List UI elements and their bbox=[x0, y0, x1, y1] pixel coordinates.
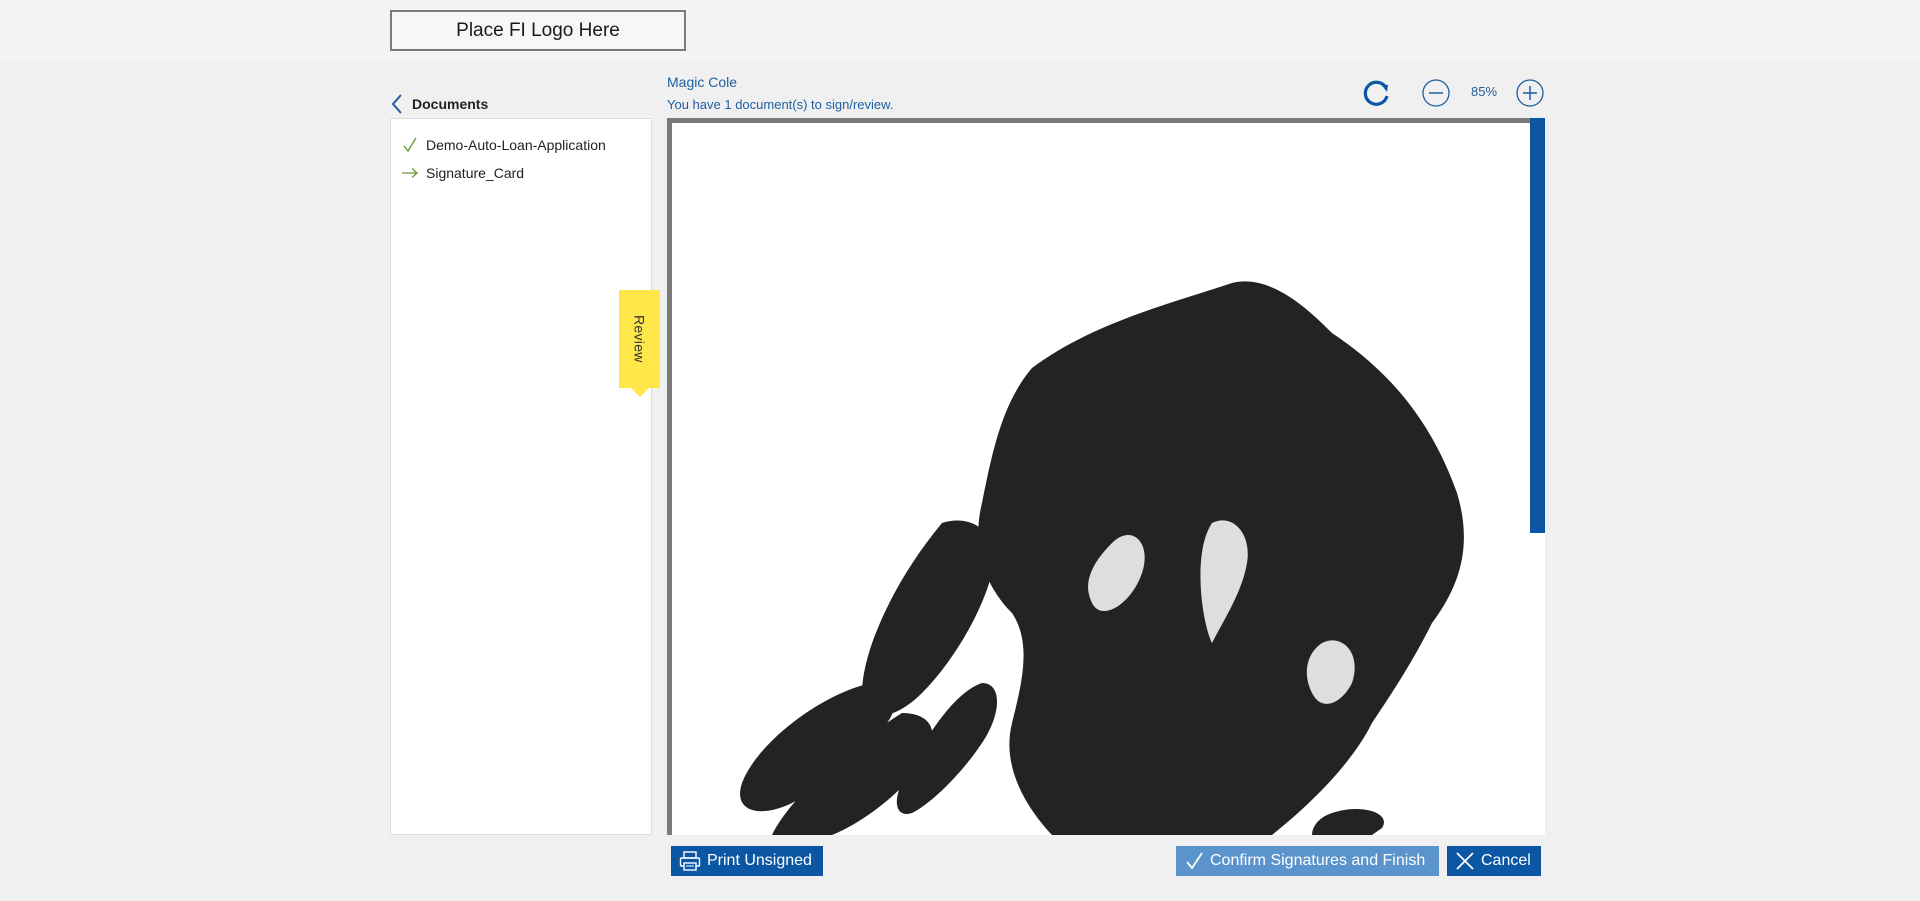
minus-circle-icon bbox=[1422, 79, 1450, 107]
printer-icon bbox=[679, 851, 701, 871]
close-icon bbox=[1455, 851, 1475, 871]
print-unsigned-button[interactable]: Print Unsigned bbox=[671, 846, 823, 876]
cancel-label: Cancel bbox=[1481, 852, 1531, 869]
review-tab-label: Review bbox=[631, 315, 648, 363]
documents-panel: Demo-Auto-Loan-Application Signature_Car… bbox=[390, 118, 652, 835]
top-bar: Place FI Logo Here bbox=[0, 0, 1920, 61]
document-item-label: Demo-Auto-Loan-Application bbox=[426, 137, 606, 153]
document-viewer[interactable] bbox=[667, 118, 1545, 835]
plus-circle-icon bbox=[1516, 79, 1544, 107]
documents-header: Documents bbox=[390, 92, 652, 116]
zoom-out-button[interactable] bbox=[1421, 78, 1451, 108]
user-name: Magic Cole bbox=[667, 74, 738, 90]
print-unsigned-label: Print Unsigned bbox=[707, 852, 812, 869]
document-item-demo-auto-loan[interactable]: Demo-Auto-Loan-Application bbox=[391, 131, 651, 159]
cancel-button[interactable]: Cancel bbox=[1447, 846, 1541, 876]
viewer-scrollbar-thumb[interactable] bbox=[1530, 118, 1545, 533]
checkmark-icon bbox=[1184, 851, 1204, 871]
chevron-left-icon[interactable] bbox=[390, 93, 406, 115]
document-item-signature-card[interactable]: Signature_Card bbox=[391, 159, 651, 187]
documents-title: Documents bbox=[412, 96, 489, 112]
rotate-icon bbox=[1363, 80, 1389, 106]
zoom-in-button[interactable] bbox=[1515, 78, 1545, 108]
logo-placeholder: Place FI Logo Here bbox=[390, 10, 686, 51]
zoom-level: 85% bbox=[1470, 84, 1498, 99]
confirm-signatures-label: Confirm Signatures and Finish bbox=[1210, 852, 1426, 869]
confirm-signatures-button[interactable]: Confirm Signatures and Finish bbox=[1176, 846, 1439, 876]
arrow-right-icon bbox=[401, 165, 419, 181]
documents-count-text: You have 1 document(s) to sign/review. bbox=[667, 97, 894, 112]
review-tab[interactable]: Review bbox=[619, 290, 660, 397]
document-item-label: Signature_Card bbox=[426, 165, 525, 181]
rotate-button[interactable] bbox=[1362, 78, 1392, 108]
document-page-image bbox=[672, 123, 1545, 835]
checkmark-icon bbox=[401, 137, 419, 153]
